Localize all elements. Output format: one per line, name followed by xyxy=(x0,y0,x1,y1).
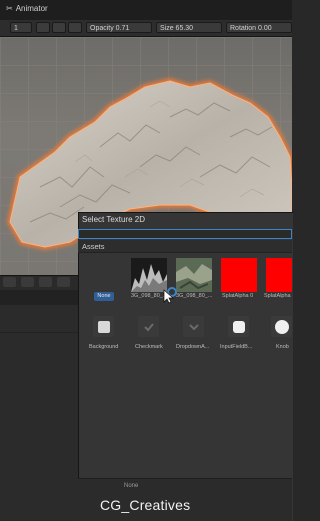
tab-animator-label: Animator xyxy=(15,4,48,13)
preview-none-text: None xyxy=(124,483,139,489)
opacity-field[interactable]: Opacity 0.71 xyxy=(86,22,152,33)
view-tool-icon[interactable] xyxy=(3,277,16,287)
texture-label: SplatAlpha 0 xyxy=(222,293,254,299)
mouse-cursor-icon xyxy=(163,287,177,304)
texture-thumb-splat[interactable] xyxy=(266,258,292,292)
watermark-text: CG_Creatives xyxy=(100,497,191,513)
panel-header xyxy=(0,290,78,305)
circle-icon xyxy=(274,319,289,334)
texture-thumb-splat0[interactable] xyxy=(221,258,257,292)
picker-title: Select Texture 2D xyxy=(82,215,145,224)
paint-mode-icon[interactable] xyxy=(52,22,66,33)
sprite-tile-background[interactable] xyxy=(93,316,114,337)
size-field[interactable]: Size 65.30 xyxy=(156,22,222,33)
tab-assets[interactable]: Assets xyxy=(82,242,105,251)
texture-thumb-foliage[interactable] xyxy=(176,258,212,292)
animator-icon: ✂ xyxy=(6,4,13,13)
sprite-tile-knob[interactable] xyxy=(271,316,292,337)
sprite-tile-inputfield[interactable] xyxy=(228,316,249,337)
assets-tab-bar xyxy=(78,240,292,253)
sprite-label: Knob xyxy=(276,344,289,350)
sprite-tile-dropdown[interactable] xyxy=(183,316,204,337)
picker-search-input[interactable] xyxy=(78,229,292,239)
texture-label: SplatAlpha xyxy=(264,293,291,299)
checkmark-icon xyxy=(143,322,154,331)
none-selected-badge[interactable]: None xyxy=(94,292,114,301)
rounded-square-icon xyxy=(97,320,110,333)
sprite-label: InputFieldB... xyxy=(220,344,253,350)
search-icon[interactable] xyxy=(39,277,52,287)
sprite-label: DropdownA... xyxy=(176,344,210,350)
tab-animator[interactable]: ✂ Animator xyxy=(6,4,48,13)
transform-tool-icon[interactable] xyxy=(57,277,70,287)
grid-mode-icon[interactable] xyxy=(36,22,50,33)
sprite-label: Background xyxy=(89,344,119,350)
panel-row xyxy=(0,318,78,333)
rotation-field[interactable]: Rotation 0.00 xyxy=(226,22,292,33)
sprite-label: Checkmark xyxy=(135,344,163,350)
rounded-square-icon xyxy=(232,320,245,333)
move-tool-icon[interactable] xyxy=(21,277,34,287)
texture-label: 3G_098_80_... xyxy=(176,293,213,299)
brush-shape-icon[interactable] xyxy=(68,22,82,33)
value-field[interactable]: 1 xyxy=(10,22,32,33)
foliage-preview xyxy=(176,258,212,292)
chevron-down-icon xyxy=(188,323,199,330)
sprite-tile-checkmark[interactable] xyxy=(138,316,159,337)
